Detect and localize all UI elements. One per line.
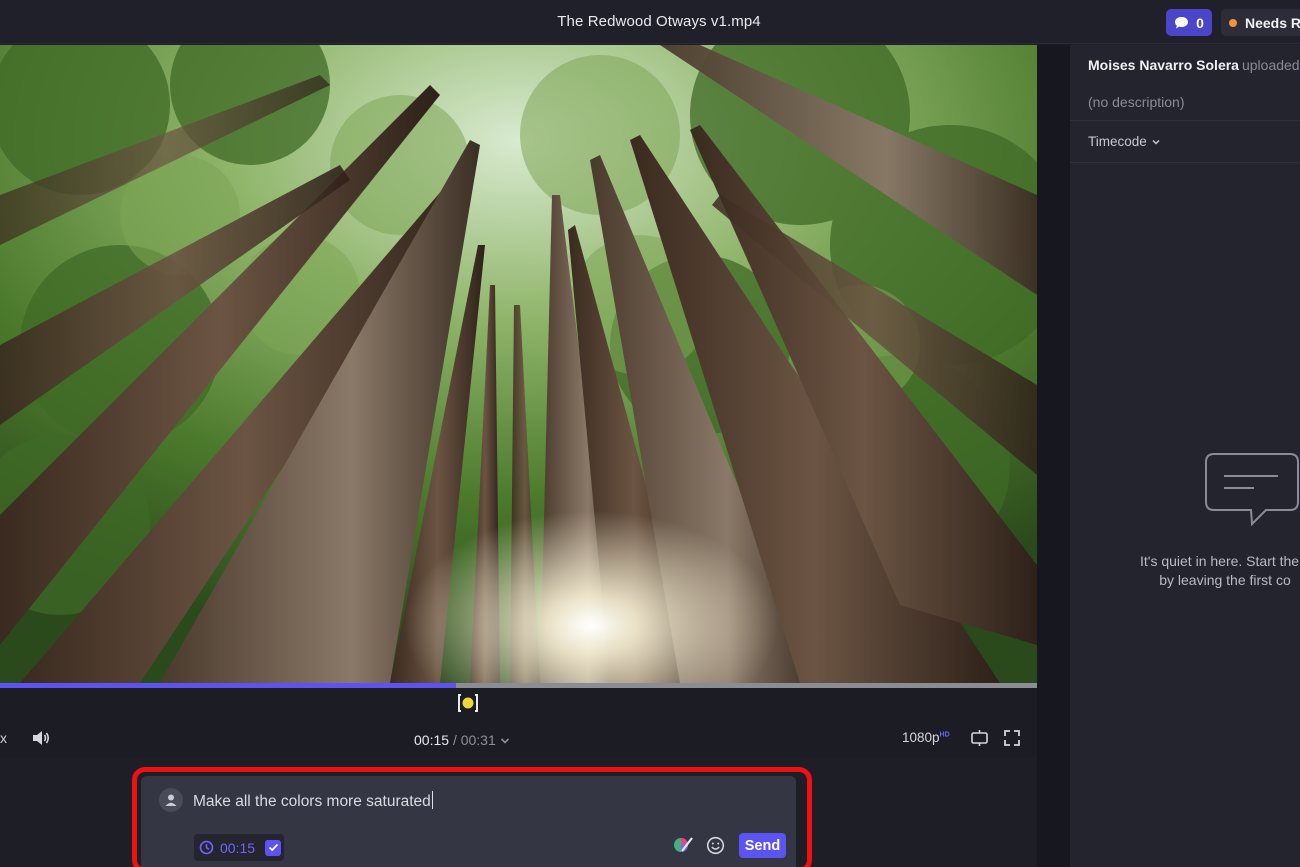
send-button[interactable]: Send: [739, 833, 786, 858]
chevron-down-icon: [500, 738, 509, 744]
divider: [1070, 162, 1300, 163]
file-title: The Redwood Otways v1.mp4: [557, 13, 761, 30]
timestamp-chip[interactable]: 00:15: [194, 834, 284, 861]
empty-line-2: by leaving the first co: [1159, 572, 1291, 588]
uploader-info: Moises Navarro Solera uploaded: [1088, 57, 1300, 73]
text-caret: [431, 791, 433, 809]
total-time: / 00:31: [452, 732, 496, 748]
playhead-marker-icon[interactable]: [456, 692, 480, 714]
current-time: 00:15: [414, 732, 450, 748]
divider: [1070, 120, 1300, 121]
timestamp-value: 00:15: [220, 839, 256, 856]
timeline-scrubber[interactable]: [0, 683, 1037, 688]
status-dropdown[interactable]: Needs R: [1221, 9, 1300, 36]
video-frame[interactable]: [0, 45, 1037, 683]
draw-annotation-icon[interactable]: [672, 835, 694, 855]
quality-selector[interactable]: 1080pHD: [902, 730, 950, 745]
checkmark-icon: [268, 843, 278, 852]
comment-count-button[interactable]: 0: [1166, 9, 1212, 36]
chevron-down-icon: [1152, 139, 1160, 145]
comment-input[interactable]: Make all the colors more saturated: [193, 791, 433, 811]
top-bar: The Redwood Otways v1.mp4 0 Needs R: [0, 0, 1300, 44]
comment-input-value: Make all the colors more saturated: [193, 793, 431, 810]
empty-line-1: It's quiet in here. Start the c: [1140, 553, 1300, 569]
empty-state-message: It's quiet in here. Start the c by leavi…: [1110, 552, 1300, 590]
sort-label: Timecode: [1088, 134, 1147, 149]
quality-label: 1080p: [902, 730, 940, 745]
status-dot-icon: [1229, 18, 1237, 27]
asset-description[interactable]: (no description): [1088, 94, 1185, 110]
timeline-progress: [0, 683, 457, 688]
avatar: [159, 788, 183, 812]
user-icon: [165, 794, 177, 806]
uploader-name[interactable]: Moises Navarro Solera: [1088, 57, 1239, 73]
emoji-icon[interactable]: [706, 836, 725, 855]
timecode-display[interactable]: 00:15 / 00:31: [414, 732, 510, 748]
status-label: Needs R: [1245, 14, 1300, 31]
sort-dropdown[interactable]: Timecode: [1088, 134, 1160, 149]
video-image: [0, 45, 1037, 683]
aspect-ratio-icon[interactable]: [970, 729, 989, 747]
playback-speed[interactable]: x: [0, 730, 7, 746]
timestamp-checkbox[interactable]: [265, 839, 282, 856]
clock-icon: [199, 840, 214, 855]
comment-count: 0: [1196, 14, 1204, 31]
volume-icon[interactable]: [31, 729, 51, 747]
panel-gutter: [1037, 45, 1070, 867]
hd-badge: HD: [939, 731, 950, 739]
fullscreen-icon[interactable]: [1003, 729, 1021, 747]
empty-comments-icon: [1205, 453, 1299, 527]
comment-bubble-icon: [1175, 16, 1189, 28]
player-controls: [0, 688, 1037, 757]
uploader-verb: uploaded: [1241, 57, 1300, 73]
